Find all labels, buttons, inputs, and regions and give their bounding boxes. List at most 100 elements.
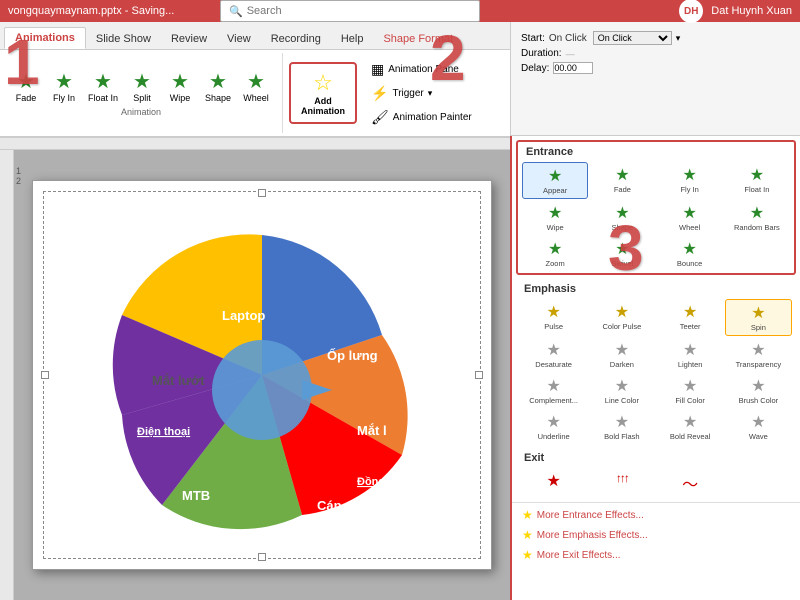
ent-bounce-label: Bounce [677,259,702,268]
add-animation-button[interactable]: ☆ AddAnimation [289,62,357,124]
ent-flyin-icon: ★ [682,165,696,185]
delay-input[interactable] [553,62,593,74]
ruler-vertical [0,150,14,600]
emphasis-underline[interactable]: ★ Underline [520,409,587,444]
emp-under-label: Underline [538,432,570,441]
anim-wipe-btn[interactable]: ★ Wipe [162,70,198,105]
emphasis-colorpulse[interactable]: ★ Color Pulse [588,299,655,336]
anim-shape-btn[interactable]: ★ Shape [200,70,236,105]
emphasis-boldflash[interactable]: ★ Bold Flash [588,409,655,444]
handle-left[interactable] [41,371,49,379]
anim-flyin-btn[interactable]: ★ Fly In [46,70,82,105]
tab-help[interactable]: Help [331,29,374,49]
emphasis-transparency[interactable]: ★ Transparency [725,337,792,372]
more-entrance-effects-link[interactable]: ★ More Entrance Effects... [512,505,800,525]
emphasis-title: Emphasis [516,279,796,297]
ent-wheel-label: Wheel [679,223,700,232]
emp-wave-label: Wave [749,432,768,441]
entrance-wheel[interactable]: ★ Wheel [657,200,723,235]
duration-label: Duration: [521,48,562,59]
ent-floatin-label: Float In [744,185,769,194]
animation-painter-btn[interactable]: 🖌 Animation Painter [367,107,476,128]
more-emphasis-label: More Emphasis Effects... [537,530,648,541]
delay-label: Delay: [521,63,549,74]
emphasis-teeter[interactable]: ★ Teeter [657,299,724,336]
tab-review[interactable]: Review [161,29,217,49]
emp-boldflash-icon: ★ [615,412,629,432]
emphasis-pulse[interactable]: ★ Pulse [520,299,587,336]
search-input[interactable] [247,5,471,17]
exit-section: Exit ★ ↑↑↑ 〜 [516,448,796,500]
entrance-randombars[interactable]: ★ Random Bars [724,200,790,235]
emp-transp-icon: ★ [751,340,765,360]
appear-icon: ★ [548,166,562,186]
emp-linecol-label: Line Color [605,396,639,405]
handle-right[interactable] [475,371,483,379]
start-control: Start: On Click On Click With Previous A… [521,31,790,45]
emp-pulse-icon: ★ [546,302,560,322]
delay-control: Delay: [521,62,790,74]
entrance-wipe[interactable]: ★ Wipe [522,200,588,235]
more-emphasis-effects-link[interactable]: ★ More Emphasis Effects... [512,525,800,545]
tab-view[interactable]: View [217,29,261,49]
anim-split-btn[interactable]: ★ Split [124,70,160,105]
entrance-bounce[interactable]: ★ Bounce [657,236,723,271]
ent-wipe-icon: ★ [548,203,562,223]
entrance-grid: ★ Appear ★ Fade ★ Fly In ★ Float In ★ [518,160,794,273]
entrance-fade[interactable]: ★ Fade [589,162,655,199]
emphasis-darken[interactable]: ★ Darken [588,337,655,372]
annotation-2: 2 [430,26,466,90]
anim-wheel-btn[interactable]: ★ Wheel [238,70,274,105]
wheel-label: Wheel [243,93,269,103]
entrance-flyin[interactable]: ★ Fly In [657,162,723,199]
emp-brushcol-icon: ★ [751,376,765,396]
emphasis-desaturate[interactable]: ★ Desaturate [520,337,587,372]
emp-lighten-label: Lighten [678,360,703,369]
trigger-label: Trigger [392,88,423,99]
entrance-appear[interactable]: ★ Appear [522,162,588,199]
ent-randbars-icon: ★ [750,203,764,223]
emp-desat-label: Desaturate [535,360,572,369]
exit-2[interactable]: ↑↑↑ [588,468,655,498]
emphasis-spin[interactable]: ★ Spin [725,299,792,336]
emphasis-lighten[interactable]: ★ Lighten [657,337,724,372]
ent-wheel-icon: ★ [682,203,696,223]
exit-1[interactable]: ★ [520,468,587,498]
exit-2-icon: ↑↑↑ [616,471,628,485]
handle-bottom[interactable] [258,553,266,561]
more-exit-icon: ★ [522,548,533,562]
floatin-label: Float In [88,93,118,103]
ent-fade-label: Fade [614,185,631,194]
tab-slideshow[interactable]: Slide Show [86,29,161,49]
more-exit-effects-link[interactable]: ★ More Exit Effects... [512,545,800,565]
emp-teeter-label: Teeter [680,322,701,331]
handle-top[interactable] [258,189,266,197]
emphasis-grid: ★ Pulse ★ Color Pulse ★ Teeter ★ Spin [516,297,796,446]
emphasis-brushcolor[interactable]: ★ Brush Color [725,373,792,408]
selection-border [43,191,481,559]
ent-randbars-label: Random Bars [734,223,780,232]
emp-brushcol-label: Brush Color [739,396,779,405]
emphasis-complement[interactable]: ★ Complement... [520,373,587,408]
entrance-floatin[interactable]: ★ Float In [724,162,790,199]
split-icon: ★ [133,72,151,92]
emphasis-boldreveal[interactable]: ★ Bold Reveal [657,409,724,444]
entrance-zoom[interactable]: ★ Zoom [522,236,588,271]
ent-zoom-icon: ★ [548,239,562,259]
split-label: Split [133,93,151,103]
emphasis-wave[interactable]: ★ Wave [725,409,792,444]
emphasis-fillcolor[interactable]: ★ Fill Color [657,373,724,408]
appear-label: Appear [543,186,567,195]
start-select[interactable]: On Click With Previous After Previous [593,31,672,45]
wipe-label: Wipe [170,93,191,103]
filename: vongquaymaynam.pptx - Saving... [8,5,174,17]
slide-number: 1 2 [16,166,21,186]
tab-recording[interactable]: Recording [261,29,331,49]
emp-colorpulse-icon: ★ [615,302,629,322]
more-entrance-icon: ★ [522,508,533,522]
trigger-icon: ⚡ [371,85,388,102]
exit-3[interactable]: 〜 [657,468,724,498]
emphasis-linecolor[interactable]: ★ Line Color [588,373,655,408]
separator-1 [512,502,800,503]
anim-floatin-btn[interactable]: ★ Float In [84,70,122,105]
